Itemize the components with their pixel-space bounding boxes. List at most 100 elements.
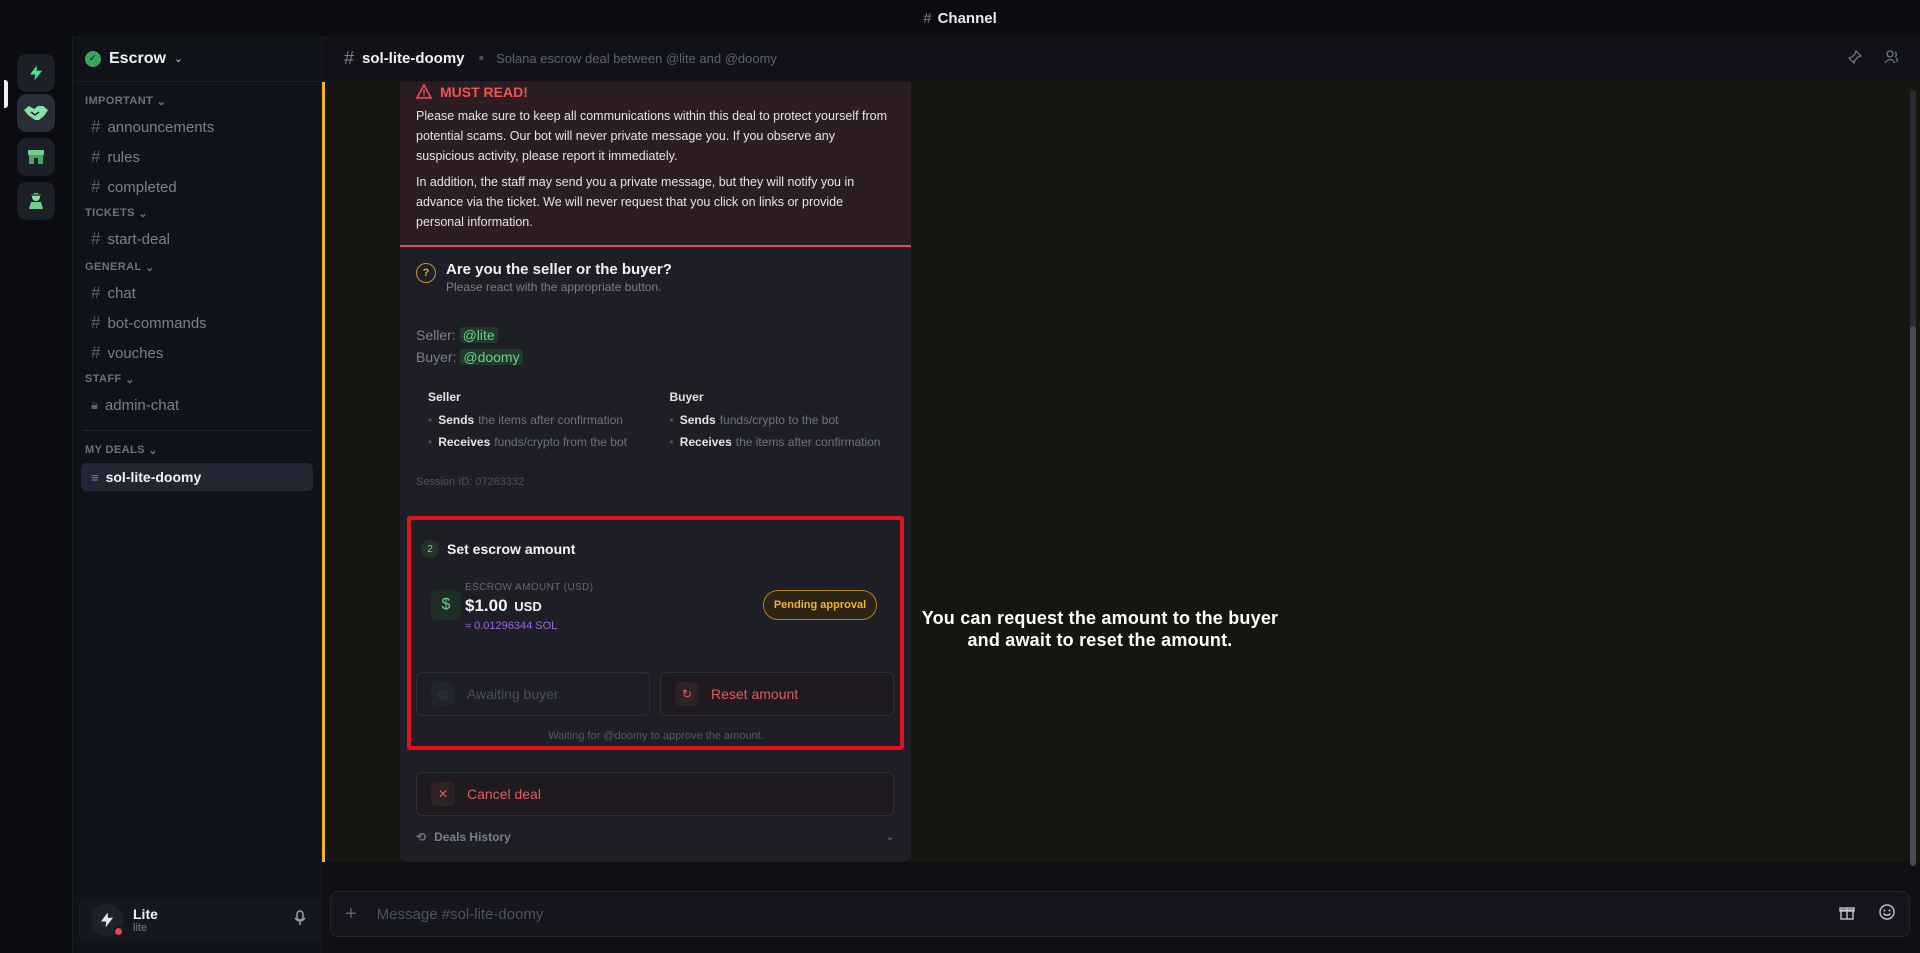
channel-bot-commands[interactable]: # bot-commands — [73, 308, 321, 338]
chevron-down-icon: ⌄ — [173, 53, 184, 65]
scrollbar-thumb[interactable] — [1910, 326, 1916, 866]
escrow-server-button[interactable] — [17, 94, 55, 132]
channel-sidebar: ✓ Escrow ⌄ IMPORTANT ⌄ # announcements # r… — [72, 36, 379, 953]
lightning-icon — [101, 912, 113, 928]
message-composer[interactable]: + Message #sol-lite-doomy — [330, 891, 1910, 937]
hash-icon: # — [91, 147, 101, 166]
escrow-amount-highlight: 2 Set escrow amount $ ESCROW AMOUNT (USD… — [407, 516, 904, 750]
separator-dot: • — [478, 49, 485, 67]
hash-icon: # — [91, 117, 101, 136]
pin-icon[interactable] — [1847, 49, 1863, 67]
user-name: Lite — [133, 906, 158, 922]
guild-header[interactable]: ✓ Escrow ⌄ — [73, 36, 321, 82]
message-input[interactable]: Message #sol-lite-doomy — [377, 906, 544, 923]
amount-sol: ≈ 0.01296344 SOL — [465, 620, 558, 632]
gift-icon[interactable] — [1839, 904, 1855, 925]
role-question: ? Are you the seller or the buyer? Pleas… — [400, 247, 911, 294]
escrow-embed: MUST READ! Please make sure to keep all … — [400, 82, 911, 862]
channel-vouches[interactable]: # vouches — [73, 338, 321, 368]
hash-icon: # — [91, 313, 101, 332]
status-badge: Pending approval — [763, 590, 877, 620]
hash-icon: # — [91, 229, 101, 248]
reset-icon: ↻ — [675, 682, 699, 706]
channel-name: sol-lite-doomy — [362, 50, 465, 67]
warning-title: MUST READ! — [440, 84, 528, 100]
buyer-mention[interactable]: @doomy — [460, 349, 523, 365]
window-title-bar: # Channel — [0, 0, 1920, 36]
store-server-button[interactable] — [17, 138, 55, 176]
verified-icon: ✓ — [85, 50, 101, 67]
lightning-icon — [30, 65, 42, 81]
category-my-deals[interactable]: MY DEALS ⌄ — [73, 439, 321, 461]
handshake-icon — [24, 106, 48, 120]
category-important[interactable]: IMPORTANT ⌄ — [73, 90, 321, 112]
channel-sol-lite-doomy[interactable]: ≡ sol-lite-doomy — [81, 463, 313, 491]
channel-header: # sol-lite-doomy • Solana escrow deal be… — [322, 36, 1920, 82]
channel-rules[interactable]: # rules — [73, 142, 321, 172]
warning-text-1: Please make sure to keep all communicati… — [416, 109, 888, 163]
amount-label: ESCROW AMOUNT (USD) — [465, 582, 594, 593]
category-staff[interactable]: STAFF ⌄ — [73, 368, 321, 390]
reset-amount-button[interactable]: ↻ Reset amount — [660, 672, 894, 716]
avatar[interactable] — [91, 904, 124, 937]
members-icon[interactable] — [1884, 50, 1900, 67]
deals-history-toggle[interactable]: ⟲ Deals History ⌄ — [416, 830, 894, 844]
hash-icon: # — [344, 48, 355, 68]
channel-start-deal[interactable]: # start-deal — [73, 224, 321, 254]
buyer-column: Buyer • Sends funds/crypto to the bot • Rec… — [669, 390, 881, 449]
hash-icon: # — [91, 177, 101, 196]
role-descriptions: Seller • Sends the items after confirmatio… — [400, 368, 911, 456]
role-assignments: Seller: @lite Buyer: @doomy — [400, 294, 911, 368]
plus-icon[interactable]: + — [345, 903, 357, 926]
server-rail — [0, 36, 72, 953]
check-circle-icon: ◎ — [431, 682, 455, 706]
active-server-indicator — [4, 80, 8, 108]
session-id: Session ID: 07263332 — [416, 476, 525, 488]
question-title: Are you the seller or the buyer? — [446, 261, 672, 278]
step-number: 2 — [421, 540, 439, 558]
main-panel: # sol-lite-doomy • Solana escrow deal be… — [322, 36, 1920, 953]
channel-topic: Solana escrow deal between @lite and @do… — [496, 51, 777, 66]
channel-admin-chat[interactable]: 🔒︎ admin-chat — [73, 390, 321, 420]
store-icon — [28, 150, 44, 164]
history-icon: ⟲ — [416, 830, 427, 844]
list-icon: ≡ — [91, 469, 99, 485]
status-dnd-icon — [113, 926, 124, 937]
question-icon: ? — [416, 263, 436, 283]
guild-name: Escrow — [109, 49, 166, 67]
channel-announcements[interactable]: # announcements — [73, 112, 321, 142]
agent-icon — [29, 193, 43, 209]
hash-icon: # — [923, 9, 932, 27]
emoji-icon[interactable] — [1879, 903, 1895, 925]
annotation-note: You can request the amount to the buyer … — [921, 608, 1279, 650]
user-info[interactable]: Lite lite — [133, 906, 158, 934]
category-tickets[interactable]: TICKETS ⌄ — [73, 202, 321, 224]
amount-value: $1.00 USD — [465, 596, 542, 615]
amount-row: $ ESCROW AMOUNT (USD) $1.00 USD ≈ 0.0129… — [431, 582, 891, 638]
agent-server-button[interactable] — [17, 182, 55, 220]
divider — [83, 430, 311, 431]
scrollbar[interactable] — [1910, 90, 1916, 866]
channel-completed[interactable]: # completed — [73, 172, 321, 202]
question-subtitle: Please react with the appropriate button… — [446, 280, 662, 294]
channel-chat[interactable]: # chat — [73, 278, 321, 308]
window-title: Channel — [937, 9, 997, 27]
dollar-icon: $ — [431, 590, 461, 620]
warning-text-2: In addition, the staff may send you a pr… — [416, 175, 855, 229]
home-server-button[interactable] — [17, 54, 55, 92]
step-title: Set escrow amount — [447, 541, 576, 557]
warning-section: MUST READ! Please make sure to keep all … — [400, 82, 911, 247]
cancel-deal-button[interactable]: ✕ Cancel deal — [416, 772, 894, 816]
microphone-icon[interactable] — [293, 910, 307, 930]
category-general[interactable]: GENERAL ⌄ — [73, 256, 321, 278]
hash-icon: # — [91, 283, 101, 302]
message-area[interactable]: MUST READ! Please make sure to keep all … — [322, 82, 1920, 866]
user-tag: lite — [133, 922, 148, 934]
hash-icon: # — [91, 343, 101, 362]
seller-mention[interactable]: @lite — [459, 327, 498, 343]
seller-column: Seller • Sends the items after confirmatio… — [428, 390, 627, 449]
close-icon: ✕ — [431, 782, 455, 806]
chevron-down-icon: ⌄ — [885, 831, 894, 843]
warning-icon — [416, 84, 432, 99]
awaiting-buyer-button[interactable]: ◎ Awaiting buyer — [416, 672, 650, 716]
